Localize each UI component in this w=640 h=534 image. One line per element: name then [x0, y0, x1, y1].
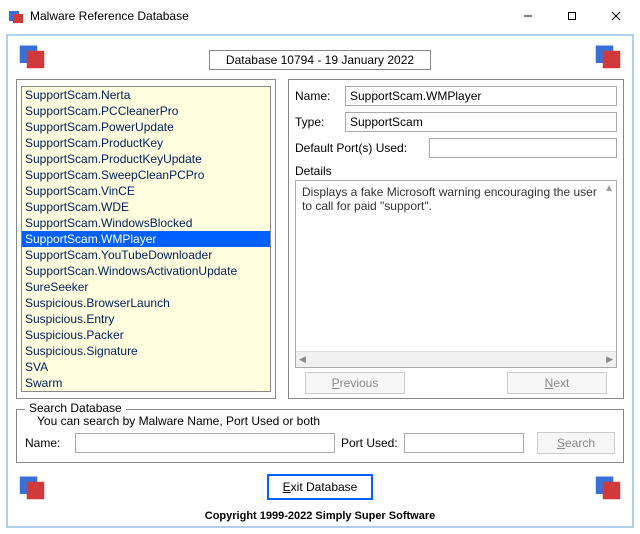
list-item[interactable]: SupportScan.WindowsActivationUpdate	[22, 263, 270, 279]
search-port-input[interactable]	[404, 433, 524, 453]
detail-panel: Name: SupportScam.WMPlayer Type: Support…	[288, 79, 624, 399]
malware-listbox[interactable]: SupportScam.NertaSupportScam.PCCleanerPr…	[21, 86, 271, 392]
list-item[interactable]: SupportScam.ProductKey	[22, 135, 270, 151]
window-title: Malware Reference Database	[30, 9, 506, 23]
titlebar: Malware Reference Database	[0, 0, 640, 32]
list-item[interactable]: Suspicious.Signature	[22, 343, 270, 359]
details-textarea[interactable]: Displays a fake Microsoft warning encour…	[295, 180, 617, 368]
maximize-button[interactable]	[550, 1, 594, 31]
list-item[interactable]: SureSeeker	[22, 279, 270, 295]
details-label: Details	[295, 164, 617, 178]
search-rest: earch	[565, 436, 595, 450]
prev-rest: revious	[340, 376, 379, 390]
app-icon	[8, 8, 24, 24]
horizontal-scrollbar[interactable]: ◀▶	[296, 351, 616, 367]
next-button[interactable]: Next	[507, 372, 607, 394]
search-name-label: Name:	[25, 436, 69, 450]
close-button[interactable]	[594, 1, 638, 31]
ports-label: Default Port(s) Used:	[295, 141, 423, 155]
scroll-up-icon[interactable]: ▲	[604, 183, 614, 194]
database-info: Database 10794 - 19 January 2022	[209, 50, 431, 70]
previous-button[interactable]: Previous	[305, 372, 405, 394]
list-item[interactable]: SupportScam.SweepCleanPCPro	[22, 167, 270, 183]
type-label: Type:	[295, 115, 339, 129]
list-item[interactable]: SupportScam.VinCE	[22, 183, 270, 199]
malware-list-panel: SupportScam.NertaSupportScam.PCCleanerPr…	[16, 79, 276, 399]
list-item[interactable]: Suspicious.BrowserLaunch	[22, 295, 270, 311]
search-port-label: Port Used:	[341, 436, 398, 450]
list-item[interactable]: Suspicious.Entry	[22, 311, 270, 327]
list-item[interactable]: SupportScam.ProductKeyUpdate	[22, 151, 270, 167]
scroll-left-icon[interactable]: ◀	[299, 354, 306, 365]
brand-icon-top-left	[18, 42, 46, 70]
list-item[interactable]: SVA	[22, 359, 270, 375]
search-button[interactable]: Search	[537, 432, 615, 454]
list-item[interactable]: Suspicious.Packer	[22, 327, 270, 343]
search-name-input[interactable]	[75, 433, 335, 453]
search-panel: Search Database You can search by Malwar…	[16, 409, 624, 463]
list-item[interactable]: SupportScam.WMPlayer	[22, 231, 270, 247]
list-item[interactable]: SupportScam.PowerUpdate	[22, 119, 270, 135]
list-item[interactable]: SupportScam.Nerta	[22, 87, 270, 103]
ports-field[interactable]	[429, 138, 617, 158]
minimize-button[interactable]	[506, 1, 550, 31]
brand-icon-bottom-right	[594, 473, 622, 501]
exit-button[interactable]: Exit Database	[267, 474, 374, 500]
brand-icon-top-right	[594, 42, 622, 70]
name-label: Name:	[295, 89, 339, 103]
client-area: Database 10794 - 19 January 2022 Support…	[6, 34, 634, 528]
search-hint: You can search by Malware Name, Port Use…	[37, 414, 615, 428]
list-item[interactable]: SupportScam.PCCleanerPro	[22, 103, 270, 119]
list-item[interactable]: SupportScam.WDE	[22, 199, 270, 215]
brand-icon-bottom-left	[18, 473, 46, 501]
details-text: Displays a fake Microsoft warning encour…	[302, 185, 597, 213]
search-legend: Search Database	[25, 401, 126, 415]
type-field[interactable]: SupportScam	[345, 112, 617, 132]
list-item[interactable]: Swarm	[22, 375, 270, 391]
list-item[interactable]: SupportScam.YouTubeDownloader	[22, 247, 270, 263]
next-rest: ext	[553, 376, 569, 390]
list-item[interactable]: SupportScam.WindowsBlocked	[22, 215, 270, 231]
exit-rest: xit Database	[291, 480, 358, 494]
name-field[interactable]: SupportScam.WMPlayer	[345, 86, 617, 106]
copyright-text: Copyright 1999-2022 Simply Super Softwar…	[16, 510, 624, 522]
scroll-right-icon[interactable]: ▶	[606, 354, 613, 365]
